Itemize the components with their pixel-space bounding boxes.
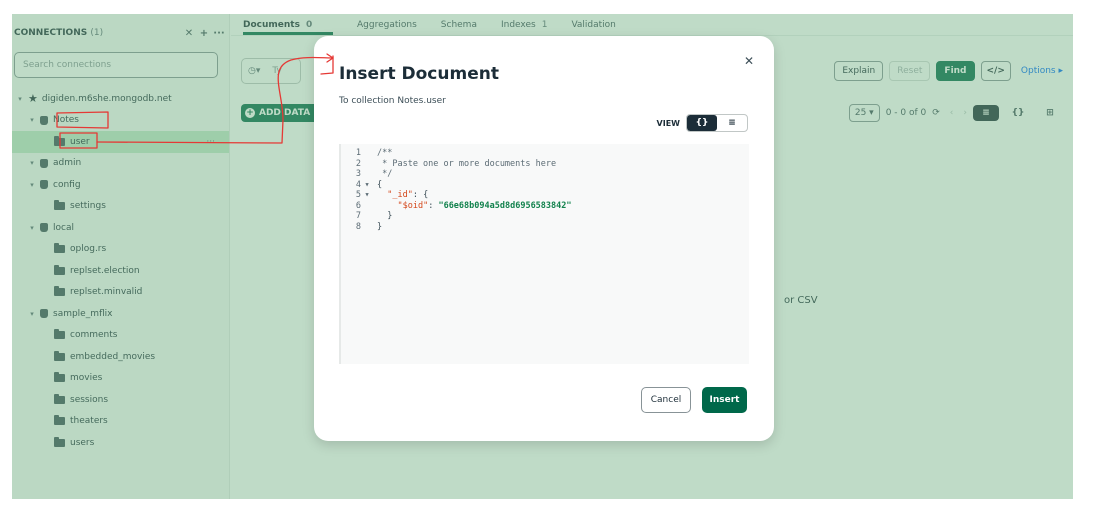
- insert-button[interactable]: Insert: [702, 387, 747, 413]
- fold-icon[interactable]: ▾: [361, 190, 373, 201]
- modal-title: Insert Document: [339, 64, 499, 84]
- code-line: 5 ▾ "_id": {: [341, 190, 749, 201]
- modal-subtitle: To collection Notes.user: [339, 96, 446, 106]
- code-token: "$oid": [397, 200, 429, 211]
- code-line: 2 * Paste one or more documents here: [341, 159, 749, 170]
- fold-icon[interactable]: [361, 169, 373, 180]
- fold-icon[interactable]: [361, 148, 373, 159]
- line-number: 4: [355, 179, 361, 190]
- line-number: 3: [355, 169, 361, 179]
- code-token: /**: [377, 148, 393, 158]
- line-number: 1: [355, 148, 361, 158]
- code-line: 3 */: [341, 169, 749, 180]
- document-editor[interactable]: 1/** 2 * Paste one or more documents here…: [339, 144, 749, 364]
- line-number: 6: [355, 200, 361, 211]
- insert-document-modal: Insert Document ✕ To collection Notes.us…: [314, 36, 774, 441]
- code-line: 6 "$oid": "66e68b094a5d8d6956583842": [341, 201, 749, 212]
- fold-icon[interactable]: [361, 211, 373, 222]
- line-number: 2: [355, 158, 361, 169]
- json-view-button[interactable]: {}: [687, 115, 717, 131]
- code-line: 8}: [341, 222, 749, 233]
- view-label: VIEW: [656, 118, 680, 128]
- fold-icon[interactable]: [361, 159, 373, 170]
- fold-icon[interactable]: [361, 201, 373, 212]
- code-token: * Paste one or more documents here: [377, 158, 557, 169]
- fold-icon[interactable]: [361, 222, 373, 233]
- code-line: 7 }: [341, 211, 749, 222]
- close-icon[interactable]: ✕: [744, 54, 754, 68]
- code-token: "_id": [387, 190, 413, 200]
- list-view-button[interactable]: ≡: [717, 115, 747, 131]
- code-token: "66e68b094a5d8d6956583842": [438, 200, 572, 211]
- cancel-button[interactable]: Cancel: [641, 387, 691, 413]
- code-token: : {: [412, 190, 429, 200]
- line-number: 5: [355, 190, 361, 200]
- code-line: 1 /**: [341, 148, 749, 159]
- fold-icon[interactable]: ▾: [361, 180, 373, 191]
- line-number: 8: [355, 221, 361, 232]
- line-number: 7: [355, 211, 361, 221]
- code-line: 4 ▾ {: [341, 180, 749, 191]
- code-token: {: [377, 179, 383, 190]
- code-token: :: [428, 200, 439, 211]
- code-token: }: [377, 221, 383, 232]
- code-token: */: [377, 169, 393, 179]
- view-toggle: VIEW {} ≡: [657, 114, 748, 132]
- code-token: }: [377, 211, 393, 221]
